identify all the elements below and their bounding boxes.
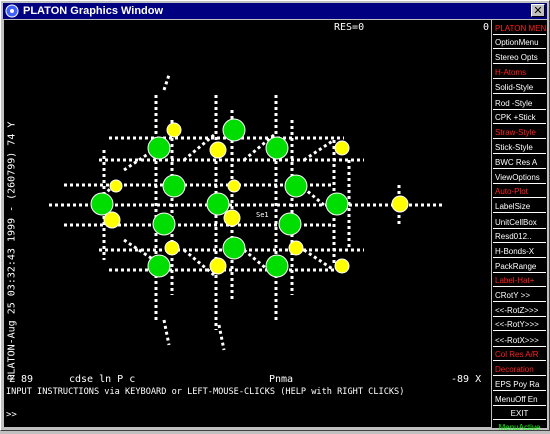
close-button[interactable]: ✕ bbox=[531, 4, 545, 17]
platon-menu: PLATON MENUOptionMenu Stereo Opts H-Atoms S… bbox=[492, 20, 547, 432]
menu-item-auto-plot[interactable]: Auto-Plot bbox=[493, 185, 546, 198]
menu-item-croty[interactable]: CRotY >> bbox=[493, 289, 546, 302]
menu-item-menuoff-en[interactable]: MenuOff En bbox=[493, 393, 546, 406]
close-icon: ✕ bbox=[533, 4, 543, 17]
menu-item-viewoptions[interactable]: ViewOptions bbox=[493, 171, 546, 184]
space-group: Pnma bbox=[269, 374, 294, 385]
menu-item-platon-menu[interactable]: PLATON MENU bbox=[493, 22, 546, 35]
menu-item-h-atoms[interactable]: H-Atoms bbox=[493, 66, 546, 79]
menu-item-decoration[interactable]: Decoration bbox=[493, 363, 546, 376]
menu-item-solid-style[interactable]: Solid-Style bbox=[493, 81, 546, 94]
command-prompt[interactable]: >> bbox=[6, 410, 17, 420]
app-icon bbox=[5, 4, 19, 18]
menu-item-rotz[interactable]: <<-RotZ>>> bbox=[493, 304, 546, 317]
corner-value: 0 bbox=[483, 22, 490, 33]
menu-item-menuactive[interactable]: MenuActive bbox=[493, 421, 546, 434]
menu-item-rod-style[interactable]: Rod -Style bbox=[493, 97, 546, 110]
menu-item-col-res-a-r[interactable]: Col Res A/R bbox=[493, 348, 546, 361]
menu-item-straw-style[interactable]: Straw-Style bbox=[493, 126, 546, 139]
menu-item-stereo-opts[interactable]: Stereo Opts bbox=[493, 51, 546, 64]
structure-name: cdse ln P c bbox=[69, 374, 136, 385]
menu-item-bwc-res-a[interactable]: BWC Res A bbox=[493, 156, 546, 169]
platon-graphics-window: PLATON Graphics Window ✕ RES=0 0 Se1 PLA… bbox=[0, 0, 550, 432]
menu-item-rotx[interactable]: <<-RotX>>> bbox=[493, 334, 546, 347]
menu-item-cpk-stick[interactable]: CPK +Stick bbox=[493, 111, 546, 124]
menu-item-optionmenu[interactable]: OptionMenu bbox=[493, 36, 546, 49]
menu-item-roty[interactable]: <<-RotY>>> bbox=[493, 318, 546, 331]
graphics-canvas[interactable]: RES=0 0 Se1 PLATON-Aug 25 03:32:43 1999 … bbox=[4, 20, 491, 386]
molecule-drawing bbox=[49, 74, 444, 351]
title-bar[interactable]: PLATON Graphics Window ✕ bbox=[3, 3, 547, 19]
menu-item-label-hat[interactable]: Label-Hat+ bbox=[493, 274, 546, 287]
instructions-text: INPUT INSTRUCTIONS via KEYBOARD or LEFT-… bbox=[6, 387, 405, 397]
window-title: PLATON Graphics Window bbox=[23, 5, 164, 17]
res-label: RES=0 bbox=[334, 22, 365, 33]
menu-item-h-bonds-x[interactable]: H-Bonds-X bbox=[493, 245, 546, 258]
menu-item-resd012[interactable]: Resd012.. bbox=[493, 230, 546, 243]
z-rotation: Z 89 bbox=[9, 374, 34, 385]
menu-item-exit[interactable]: EXIT bbox=[493, 407, 546, 420]
menu-item-unitcellbox[interactable]: UnitCellBox bbox=[493, 216, 546, 229]
menu-item-stick-style[interactable]: Stick-Style bbox=[493, 141, 546, 154]
menu-item-labelsize[interactable]: LabelSize bbox=[493, 200, 546, 213]
menu-item-eps-poy-ra[interactable]: EPS Poy Ra bbox=[493, 378, 546, 391]
atom-label: Se1 bbox=[256, 211, 269, 219]
x-rotation: -89 X bbox=[451, 374, 482, 385]
input-console[interactable]: INPUT INSTRUCTIONS via KEYBOARD or LEFT-… bbox=[4, 386, 491, 427]
timestamp-vertical: PLATON-Aug 25 03:32:43 1999 - (260799) 7… bbox=[6, 121, 18, 381]
menu-item-packrange[interactable]: PackRange bbox=[493, 260, 546, 273]
